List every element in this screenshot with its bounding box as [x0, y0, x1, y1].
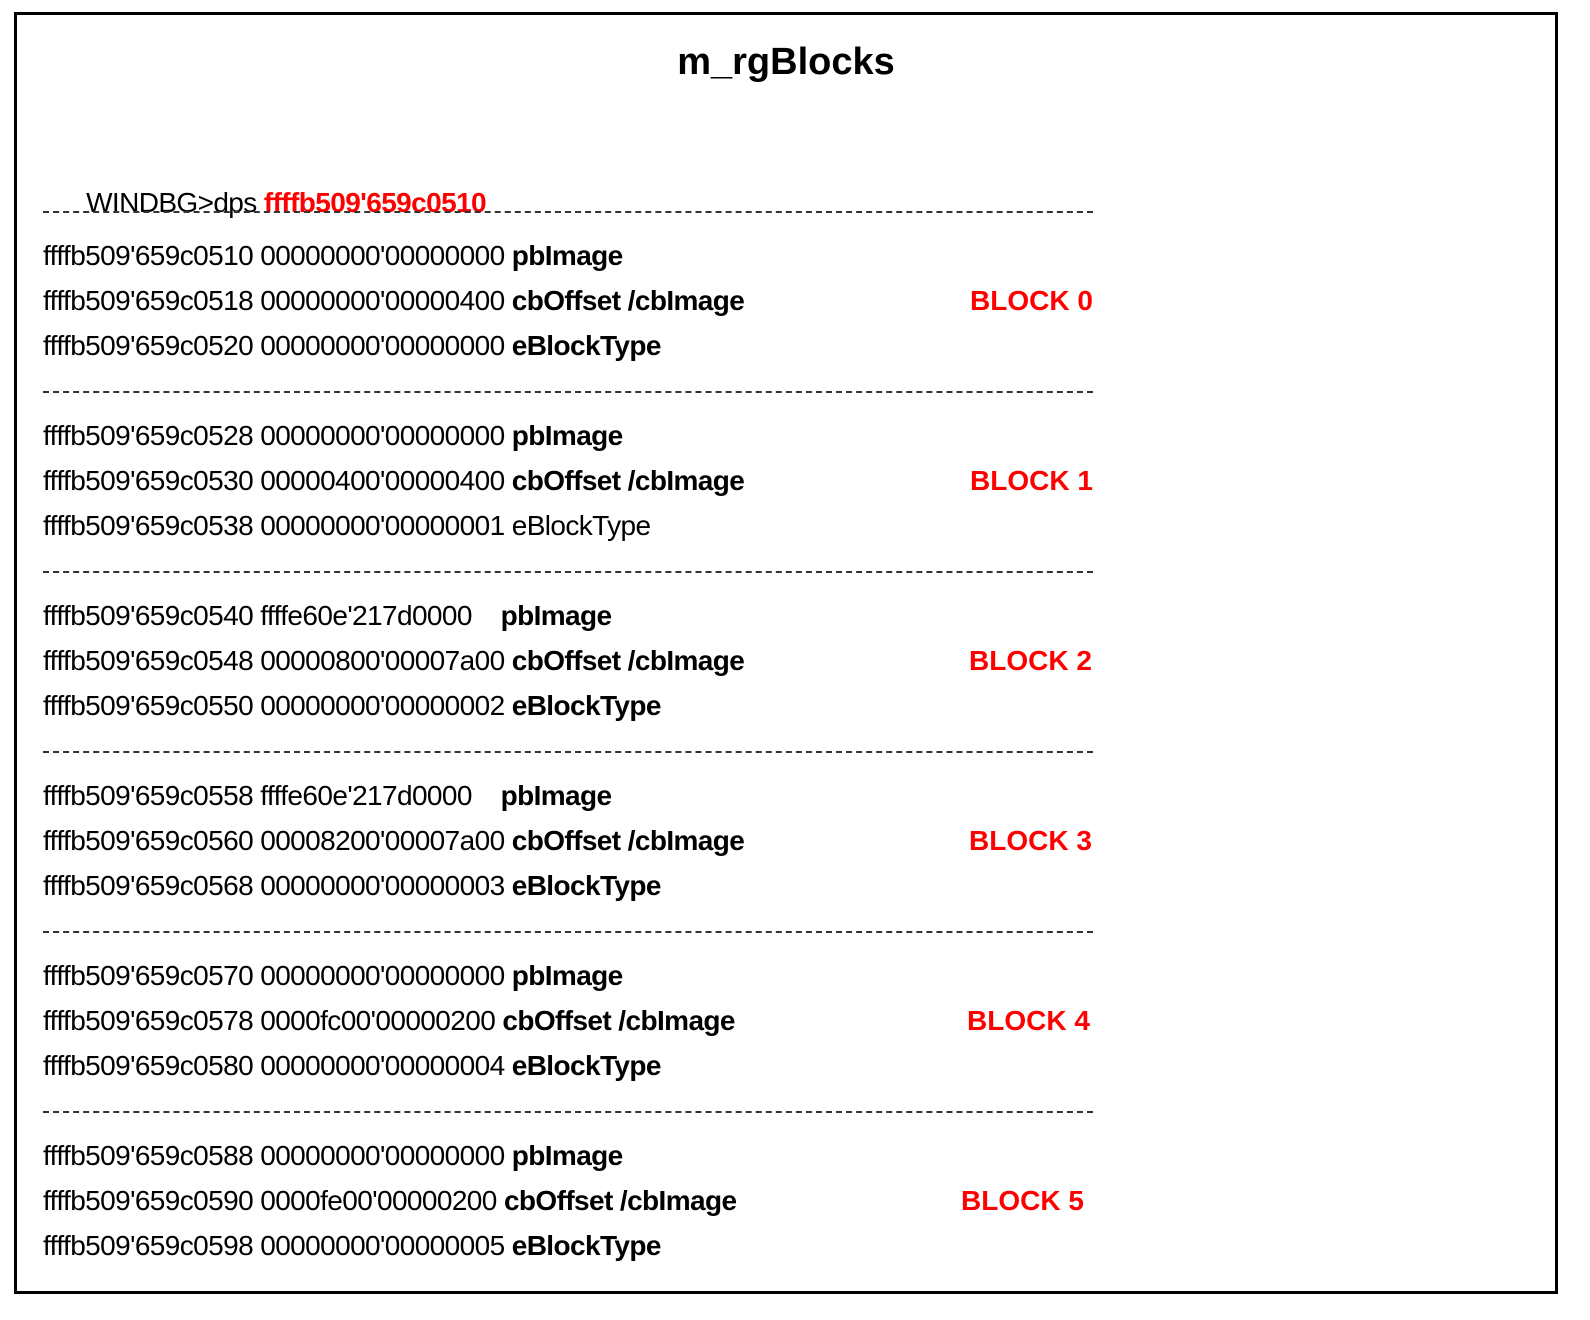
figure-frame: m_rgBlocks WINDBG>dps ffffb509'659c0510 … [14, 12, 1558, 1294]
row-field-name: eBlockType [511, 870, 662, 901]
row-address: ffffb509'659c0510 [43, 240, 261, 271]
memory-row: ffffb509'659c0530 00000400'00000400 cbOf… [43, 458, 745, 503]
row-value: 00000000'00000000 [260, 240, 512, 271]
row-address: ffffb509'659c0548 [43, 645, 261, 676]
row-address: ffffb509'659c0578 [43, 1005, 261, 1036]
row-value: 00000000'00000005 [260, 1230, 512, 1261]
block-label: BLOCK 2 [969, 645, 1092, 676]
row-address: ffffb509'659c0520 [43, 330, 261, 361]
command-address: ffffb509'659c0510 [263, 187, 487, 218]
row-address: ffffb509'659c0530 [43, 465, 261, 496]
memory-row: ffffb509'659c0520 00000000'00000000 eBlo… [43, 323, 661, 368]
separator-line [43, 391, 1093, 393]
row-address: ffffb509'659c0560 [43, 825, 261, 856]
block-label: BLOCK 0 [970, 285, 1093, 316]
row-value: 00000000'00000000 [260, 420, 512, 451]
memory-row: ffffb509'659c0588 00000000'00000000 pbIm… [43, 1133, 623, 1178]
separator-line [43, 571, 1093, 573]
memory-row: ffffb509'659c0510 00000000'00000000 pbIm… [43, 233, 623, 278]
row-value: 00000000'00000000 [260, 1140, 512, 1171]
memory-row: ffffb509'659c0570 00000000'00000000 pbIm… [43, 953, 623, 998]
row-address: ffffb509'659c0540 [43, 600, 261, 631]
memory-row: ffffb509'659c0560 00008200'00007a00 cbOf… [43, 818, 745, 863]
row-value: 00000000'00000004 [260, 1050, 512, 1081]
row-value: 0000fc00'00000200 [260, 1005, 503, 1036]
row-field-name: pbImage [511, 960, 624, 991]
block-label: BLOCK 5 [961, 1185, 1084, 1216]
block-label: BLOCK 4 [967, 1005, 1090, 1036]
row-value: 00000000'00000003 [260, 870, 512, 901]
memory-row: ffffb509'659c0580 00000000'00000004 eBlo… [43, 1043, 661, 1088]
row-address: ffffb509'659c0568 [43, 870, 261, 901]
separator-line [43, 931, 1093, 933]
memory-row: ffffb509'659c0540 ffffe60e'217d0000 pbIm… [43, 593, 612, 638]
row-field-name: eBlockType [511, 690, 662, 721]
separator-line [43, 1111, 1093, 1113]
row-address: ffffb509'659c0598 [43, 1230, 261, 1261]
memory-row: ffffb509'659c0578 0000fc00'00000200 cbOf… [43, 998, 735, 1043]
row-field-name: cbOffset /cbImage [503, 1185, 737, 1216]
memory-row: ffffb509'659c0548 00000800'00007a00 cbOf… [43, 638, 745, 683]
row-value: 00000000'00000400 [260, 285, 512, 316]
row-value: 00000400'00000400 [260, 465, 512, 496]
row-address: ffffb509'659c0538 [43, 510, 261, 541]
row-field-name: cbOffset /cbImage [502, 1005, 735, 1036]
memory-row: ffffb509'659c0538 00000000'00000001 eBlo… [43, 503, 651, 548]
row-field-name: cbOffset /cbImage [511, 645, 745, 676]
row-value: 00000000'00000002 [260, 690, 512, 721]
row-address: ffffb509'659c0550 [43, 690, 261, 721]
row-address: ffffb509'659c0570 [43, 960, 261, 991]
row-field-name: eBlockType [511, 1050, 662, 1081]
memory-row: ffffb509'659c0550 00000000'00000002 eBlo… [43, 683, 661, 728]
row-address: ffffb509'659c0558 [43, 780, 261, 811]
row-field-name: cbOffset /cbImage [511, 825, 745, 856]
row-field-name: eBlockType [511, 330, 662, 361]
row-field-name: pbImage [500, 600, 613, 631]
block-label: BLOCK 1 [970, 465, 1093, 496]
row-value: ffffe60e'217d0000 [260, 780, 501, 811]
row-value: 00000000'00000000 [260, 960, 512, 991]
row-value: 00000000'00000000 [260, 330, 512, 361]
memory-row: ffffb509'659c0590 0000fe00'00000200 cbOf… [43, 1178, 737, 1223]
row-value: 00008200'00007a00 [260, 825, 512, 856]
memory-row: ffffb509'659c0518 00000000'00000400 cbOf… [43, 278, 745, 323]
row-field-name: pbImage [511, 420, 624, 451]
memory-row: ffffb509'659c0528 00000000'00000000 pbIm… [43, 413, 623, 458]
memory-row: ffffb509'659c0568 00000000'00000003 eBlo… [43, 863, 661, 908]
row-field-name: pbImage [511, 240, 624, 271]
row-field-name: eBlockType [511, 1230, 662, 1261]
row-address: ffffb509'659c0518 [43, 285, 261, 316]
row-address: ffffb509'659c0528 [43, 420, 261, 451]
memory-row: ffffb509'659c0558 ffffe60e'217d0000 pbIm… [43, 773, 612, 818]
row-field-name: pbImage [511, 1140, 624, 1171]
row-address: ffffb509'659c0580 [43, 1050, 261, 1081]
row-field-name: cbOffset /cbImage [511, 465, 745, 496]
row-field-name: eBlockType [511, 510, 651, 541]
row-value: 0000fe00'00000200 [260, 1185, 504, 1216]
block-label: BLOCK 3 [969, 825, 1092, 856]
figure-title: m_rgBlocks [677, 41, 895, 83]
row-address: ffffb509'659c0588 [43, 1140, 261, 1171]
row-value: 00000000'00000001 [260, 510, 512, 541]
row-address: ffffb509'659c0590 [43, 1185, 261, 1216]
separator-line [43, 211, 1093, 213]
row-field-name: cbOffset /cbImage [511, 285, 745, 316]
command-prompt: WINDBG>dps [86, 187, 264, 218]
command-line: WINDBG>dps ffffb509'659c0510 [43, 135, 487, 218]
memory-row: ffffb509'659c0598 00000000'00000005 eBlo… [43, 1223, 661, 1268]
row-value: 00000800'00007a00 [260, 645, 512, 676]
row-value: ffffe60e'217d0000 [260, 600, 501, 631]
row-field-name: pbImage [500, 780, 613, 811]
separator-line [43, 751, 1093, 753]
